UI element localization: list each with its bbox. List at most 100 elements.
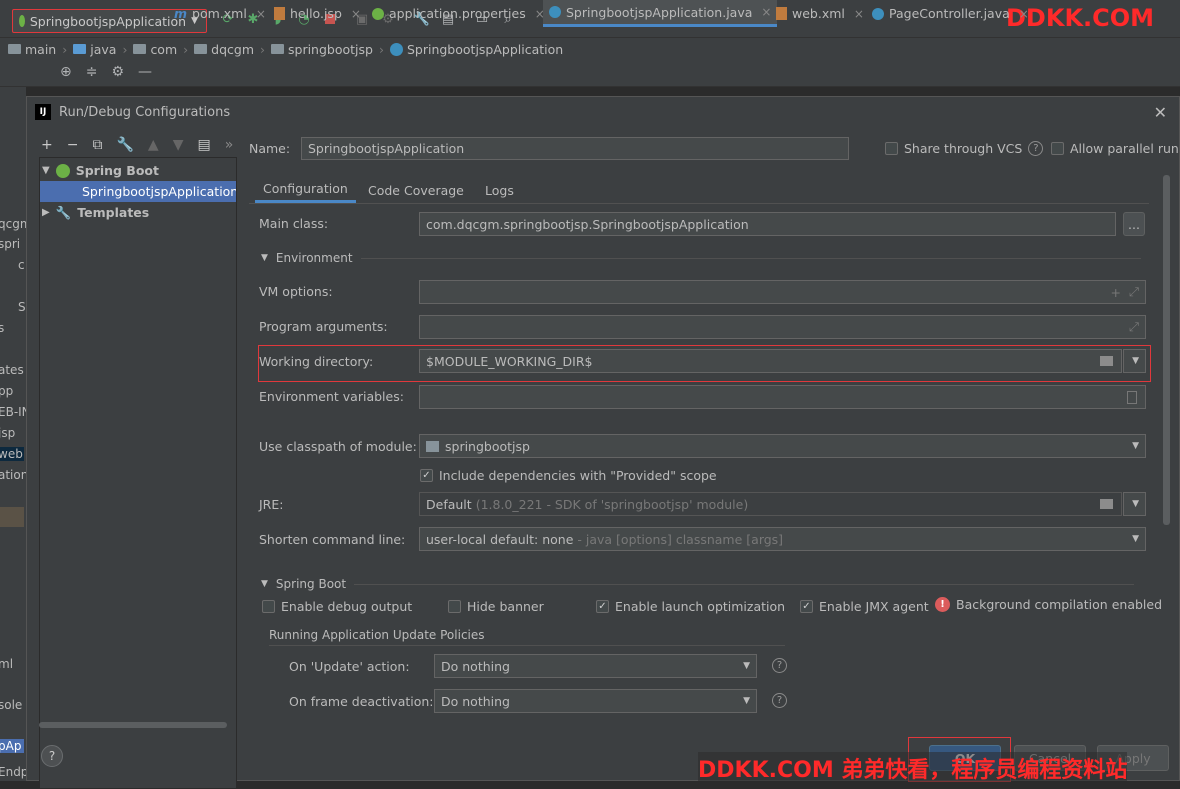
enable-jmx-checkbox[interactable]: ✓ bbox=[800, 600, 813, 613]
tree-fragment: ates bbox=[0, 363, 24, 377]
enable-launch-optimization-option[interactable]: ✓ Enable launch optimization bbox=[596, 599, 785, 614]
new-folder-icon[interactable]: ▤ bbox=[197, 137, 210, 153]
tree-node-spring-boot[interactable]: ▼ Spring Boot bbox=[40, 160, 236, 181]
breadcrumb-item[interactable]: com › bbox=[133, 42, 190, 57]
move-up-icon[interactable]: ▲ bbox=[148, 137, 159, 153]
spring-class-icon bbox=[389, 42, 403, 56]
working-directory-field[interactable]: $MODULE_WORKING_DIR$ bbox=[419, 349, 1122, 373]
add-icon[interactable]: + bbox=[1111, 285, 1121, 300]
breadcrumb-item[interactable]: main › bbox=[8, 42, 69, 57]
working-directory-dropdown[interactable]: ▼ bbox=[1123, 349, 1146, 373]
tab-label: hello.jsp bbox=[290, 6, 342, 21]
tab-label: web.xml bbox=[792, 6, 845, 21]
on-update-select[interactable]: Do nothing ▼ bbox=[434, 654, 757, 678]
tree-fragment: S bbox=[18, 300, 26, 314]
spring-boot-section[interactable]: ▼ Spring Boot bbox=[261, 577, 1135, 591]
help-button[interactable]: ? bbox=[41, 745, 63, 767]
chevron-down-icon: ▼ bbox=[1132, 534, 1139, 544]
allow-parallel-checkbox[interactable] bbox=[1051, 142, 1064, 155]
run-configuration-label: SpringbootjspApplication bbox=[29, 13, 187, 29]
on-update-value: Do nothing bbox=[441, 658, 510, 674]
expand-arrow-icon[interactable]: ▶ bbox=[42, 207, 50, 218]
tree-fragment: ml bbox=[0, 657, 14, 671]
crosshair-icon[interactable]: ⊕ bbox=[60, 64, 72, 80]
wrench-icon[interactable]: 🔧 bbox=[116, 137, 133, 153]
tab-label: pom.xml bbox=[192, 6, 247, 21]
name-field[interactable]: SpringbootjspApplication bbox=[301, 137, 849, 160]
jre-dropdown[interactable]: ▼ bbox=[1123, 492, 1146, 516]
hide-banner-checkbox[interactable] bbox=[448, 600, 461, 613]
folder-icon[interactable] bbox=[1100, 356, 1113, 366]
expand-icon[interactable]: ⤢ bbox=[1129, 319, 1139, 335]
tree-node-templates[interactable]: ▶ 🔧 Templates bbox=[40, 202, 236, 223]
tab-configuration[interactable]: Configuration bbox=[255, 177, 356, 203]
form-vertical-scrollbar[interactable] bbox=[1163, 175, 1170, 525]
tree-horizontal-scrollbar[interactable] bbox=[39, 722, 227, 728]
environment-section[interactable]: ▼ Environment bbox=[261, 251, 1141, 265]
expand-arrow-icon[interactable]: ▼ bbox=[42, 165, 50, 176]
allow-parallel-label: Allow parallel run bbox=[1070, 141, 1179, 156]
collapse-icon[interactable]: ≑ bbox=[86, 64, 98, 80]
tree-node-springbootjspapplication[interactable]: SpringbootjspApplication bbox=[40, 181, 236, 202]
collapse-arrow-icon[interactable]: ▼ bbox=[261, 579, 268, 589]
help-icon[interactable]: ? bbox=[772, 693, 787, 708]
on-frame-deactivation-select[interactable]: Do nothing ▼ bbox=[434, 689, 757, 713]
copy-icon[interactable]: ⧉ bbox=[92, 137, 102, 153]
help-icon[interactable]: ? bbox=[1028, 141, 1044, 156]
close-icon[interactable]: ✕ bbox=[1154, 103, 1167, 122]
folder-icon[interactable] bbox=[1100, 499, 1113, 509]
jre-field[interactable]: Default (1.8.0_221 - SDK of 'springbootj… bbox=[419, 492, 1122, 516]
tab-application-properties[interactable]: application.properties × bbox=[366, 0, 551, 27]
tab-pagecontroller-java[interactable]: PageController.java × bbox=[866, 0, 1035, 27]
enable-launch-optimization-checkbox[interactable]: ✓ bbox=[596, 600, 609, 613]
collapse-arrow-icon[interactable]: ▼ bbox=[261, 253, 268, 263]
tab-hello-jsp[interactable]: hello.jsp × bbox=[268, 0, 367, 27]
close-icon[interactable]: × bbox=[1019, 7, 1029, 21]
main-class-field[interactable]: com.dqcgm.springbootjsp.SpringbootjspApp… bbox=[419, 212, 1116, 236]
environment-variables-field[interactable] bbox=[419, 385, 1146, 409]
share-vcs-option[interactable]: Share through VCS ? bbox=[885, 141, 1044, 156]
breadcrumb-item[interactable]: dqcgm › bbox=[194, 42, 267, 57]
gear-icon[interactable]: ⚙ bbox=[111, 64, 124, 80]
more-icon[interactable]: » bbox=[225, 137, 234, 153]
tab-web-xml[interactable]: web.xml × bbox=[770, 0, 870, 27]
program-arguments-field[interactable]: ⤢ bbox=[419, 315, 1146, 339]
breadcrumb-item[interactable]: SpringbootjspApplication bbox=[389, 42, 563, 57]
shorten-command-select[interactable]: user-local default: none - java [options… bbox=[419, 527, 1146, 551]
remove-icon[interactable]: − bbox=[67, 137, 79, 153]
tab-springbootjspapplication-java[interactable]: SpringbootjspApplication.java × bbox=[543, 0, 778, 27]
editor-tab-bar bbox=[0, 60, 1180, 87]
add-icon[interactable]: + bbox=[41, 137, 53, 153]
tab-logs[interactable]: Logs bbox=[477, 177, 522, 203]
allow-parallel-option[interactable]: Allow parallel run bbox=[1051, 141, 1179, 156]
close-icon[interactable]: × bbox=[351, 7, 361, 21]
share-vcs-checkbox[interactable] bbox=[885, 142, 898, 155]
spring-boot-icon bbox=[55, 163, 70, 178]
tab-pom-xml[interactable]: m pom.xml × bbox=[168, 0, 272, 27]
enable-debug-option[interactable]: Enable debug output bbox=[262, 599, 412, 614]
close-icon[interactable]: × bbox=[854, 7, 864, 21]
close-icon[interactable]: × bbox=[256, 7, 266, 21]
intellij-logo-icon: IJ bbox=[35, 104, 51, 120]
tab-code-coverage[interactable]: Code Coverage bbox=[360, 177, 472, 203]
minimize-icon[interactable]: — bbox=[138, 64, 152, 80]
document-icon[interactable] bbox=[1127, 391, 1137, 404]
divider bbox=[360, 257, 1141, 259]
divider bbox=[269, 645, 785, 646]
hide-banner-option[interactable]: Hide banner bbox=[448, 599, 544, 614]
enable-debug-checkbox[interactable] bbox=[262, 600, 275, 613]
move-down-icon[interactable]: ▼ bbox=[173, 137, 184, 153]
classpath-module-select[interactable]: springbootjsp ▼ bbox=[419, 434, 1146, 458]
expand-icon[interactable]: ⤢ bbox=[1129, 284, 1139, 300]
help-icon[interactable]: ? bbox=[772, 658, 787, 673]
breadcrumb-item[interactable]: springbootjsp › bbox=[271, 42, 386, 57]
include-dependencies-checkbox[interactable]: ✓ bbox=[420, 469, 433, 482]
breadcrumb-item[interactable]: java › bbox=[73, 42, 129, 57]
include-dependencies-option[interactable]: ✓ Include dependencies with "Provided" s… bbox=[420, 468, 717, 483]
wrench-icon: 🔧 bbox=[55, 204, 72, 220]
spring-properties-icon bbox=[372, 7, 384, 20]
enable-jmx-option[interactable]: ✓ Enable JMX agent bbox=[800, 599, 929, 614]
maven-icon: m bbox=[174, 6, 188, 21]
browse-main-class-button[interactable]: ... bbox=[1123, 212, 1145, 236]
vm-options-field[interactable]: + ⤢ bbox=[419, 280, 1146, 304]
